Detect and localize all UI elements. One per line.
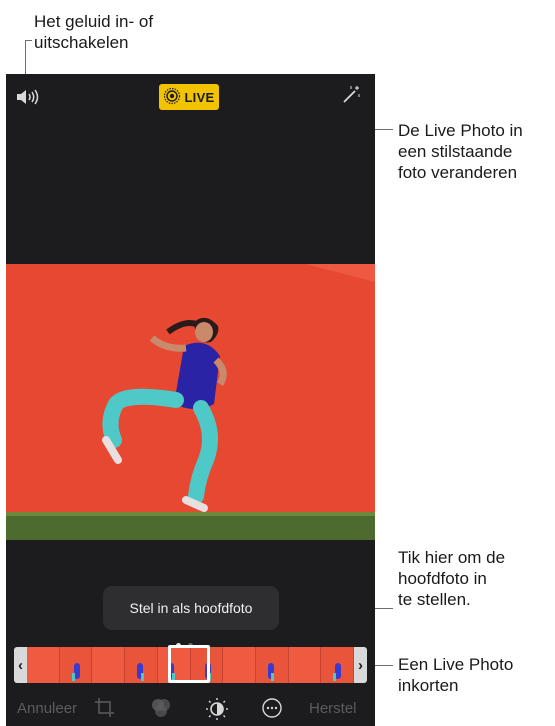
frame-thumbnail — [255, 647, 289, 683]
frame-thumbnail — [288, 647, 322, 683]
speaker-icon[interactable] — [15, 87, 45, 112]
live-badge-label: LIVE — [184, 89, 215, 105]
crop-icon[interactable] — [94, 697, 116, 724]
callout-live: De Live Photo in een stilstaande foto ve… — [398, 121, 523, 182]
frame-thumbnail — [321, 647, 355, 683]
callout-keyphoto: Tik hier om de hoofdfoto in te stellen. — [398, 548, 506, 609]
live-photo-image — [6, 264, 375, 540]
set-key-photo-button[interactable]: Stel in als hoofdfoto — [103, 586, 279, 630]
revert-button[interactable]: Herstel — [309, 700, 357, 717]
callout-sound: Het geluid in- of uitschakelen — [34, 12, 154, 52]
phone-screen: LIVE Stel in als hoofdfoto ‹ › Annuleer … — [6, 74, 375, 726]
trim-handle-right[interactable]: › — [354, 647, 367, 683]
more-icon[interactable] — [261, 697, 283, 724]
filters-icon[interactable] — [149, 697, 173, 724]
top-toolbar: LIVE — [6, 74, 375, 118]
frame-thumbnail — [92, 647, 126, 683]
set-key-photo-label: Stel in als hoofdfoto — [129, 600, 253, 616]
frame-thumbnail — [27, 647, 60, 683]
bottom-toolbar: Annuleer Herstel — [6, 686, 375, 726]
callout-sound-line-h — [25, 40, 32, 41]
live-photo-icon — [163, 87, 181, 108]
cancel-button[interactable]: Annuleer — [17, 700, 77, 717]
callout-trim: Een Live Photo inkorten — [398, 655, 514, 695]
chevron-left-icon: ‹ — [18, 656, 23, 674]
callout-sound-line — [25, 40, 26, 78]
key-photo-frame[interactable] — [168, 645, 210, 683]
frame-thumbnail — [59, 647, 93, 683]
frame-viewer[interactable]: ‹ › — [14, 645, 367, 683]
adjust-icon[interactable] — [205, 697, 229, 726]
frame-thumbnail — [223, 647, 256, 683]
live-toggle-button[interactable]: LIVE — [159, 84, 219, 110]
magic-wand-icon[interactable] — [338, 84, 362, 113]
chevron-right-icon: › — [358, 656, 363, 674]
frame-thumbnail — [125, 647, 158, 683]
trim-handle-left[interactable]: ‹ — [14, 647, 27, 683]
